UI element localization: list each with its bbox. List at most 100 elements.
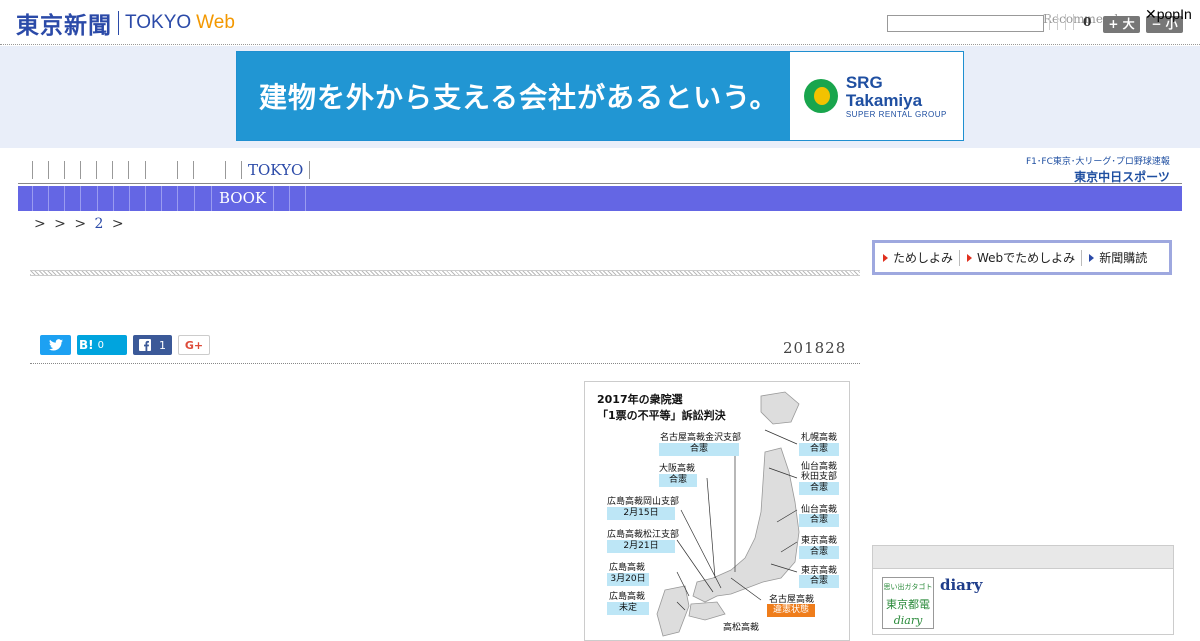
facebook-count: 1 xyxy=(159,338,166,352)
court-verdict: 合憲 xyxy=(799,482,839,495)
figure-title-line: 「1票の不平等」訴訟判決 xyxy=(597,409,726,422)
nav-item[interactable] xyxy=(112,161,128,179)
court-verdict: 合憲 xyxy=(799,546,839,559)
red-triangle-icon xyxy=(967,253,973,262)
court-verdict: 3月20日 xyxy=(607,573,649,586)
diary-link[interactable]: diary xyxy=(940,576,983,594)
section-nav-item[interactable] xyxy=(98,186,114,211)
court-verdict: 合憲 xyxy=(799,514,839,527)
logo-web: Web xyxy=(196,12,235,33)
nav-item[interactable] xyxy=(177,161,193,179)
nav-item[interactable] xyxy=(145,161,177,179)
section-nav-item[interactable] xyxy=(195,186,212,211)
breadcrumb-page-link[interactable]: 2 xyxy=(95,216,106,232)
recommend-count: 0 xyxy=(1083,15,1092,29)
web-trial-read-link[interactable]: Webでためしよみ xyxy=(967,249,1081,266)
court-label: 広島高裁 xyxy=(609,563,646,573)
court-verdict: 合憲 xyxy=(799,575,839,588)
court-label: 広島高裁岡山支部 xyxy=(607,497,680,507)
nav-item-tokyo[interactable]: TOKYO xyxy=(241,161,311,179)
title-underline xyxy=(30,270,860,276)
ad-brand-sub: SUPER RENTAL GROUP xyxy=(845,109,947,119)
separator-bars xyxy=(1049,14,1074,32)
nav-item[interactable] xyxy=(32,161,48,179)
search-input[interactable] xyxy=(887,15,1044,32)
court-label: 大阪高裁 xyxy=(659,464,696,474)
section-nav-item[interactable] xyxy=(81,186,98,211)
nav-divider xyxy=(18,183,1182,184)
nav-item[interactable] xyxy=(193,161,225,179)
site-logo[interactable]: 東京新聞 TOKYO Web xyxy=(16,9,235,39)
section-nav-item[interactable] xyxy=(274,186,291,211)
thumb-caption: 思い出ガタゴト xyxy=(883,583,933,591)
section-nav-item[interactable] xyxy=(18,186,33,211)
section-nav-item[interactable] xyxy=(130,186,146,211)
court-label: 広島高裁松江支部 xyxy=(607,530,680,540)
ad-band: 建物を外から支える会社があるという。 SRG Takamiya SUPER RE… xyxy=(0,46,1200,148)
breadcrumb: > > > 2 > xyxy=(34,216,126,232)
popin-close-button[interactable]: ✕popIn xyxy=(1145,6,1192,23)
ad-banner[interactable]: 建物を外から支える会社があるという。 SRG Takamiya SUPER RE… xyxy=(236,51,964,141)
hatena-icon: B! xyxy=(79,338,94,352)
hatena-bookmark-button[interactable]: B! 0 xyxy=(77,335,127,355)
court-verdict: 2月21日 xyxy=(607,540,675,553)
court-verdict: 2月15日 xyxy=(607,507,675,520)
article-date: 201828 xyxy=(783,339,847,357)
facebook-share-button[interactable]: 1 xyxy=(133,335,172,355)
court-label: 札幌高裁 xyxy=(801,433,838,443)
section-nav-item[interactable] xyxy=(33,186,49,211)
court-verdict: 違憲状態 xyxy=(767,604,815,617)
date-divider xyxy=(30,363,860,364)
top-header: 東京新聞 TOKYO Web Recommend 0 + 大 − 小 ✕popI… xyxy=(0,0,1200,45)
court-label: 広島高裁 xyxy=(609,592,646,602)
section-nav-item[interactable] xyxy=(178,186,195,211)
section-nav-book[interactable]: BOOK xyxy=(212,186,275,211)
section-nav-item[interactable] xyxy=(114,186,130,211)
nav-item[interactable] xyxy=(64,161,80,179)
figure-title: 2017年の衆院選 「1票の不平等」訴訟判決 xyxy=(597,392,726,424)
google-plus-share-button[interactable]: G+ xyxy=(178,335,210,355)
section-nav-item[interactable] xyxy=(290,186,307,211)
diary-thumbnail[interactable]: 思い出ガタゴト 東京都電 diary xyxy=(882,577,934,629)
hatena-count: 0 xyxy=(97,339,104,351)
primary-nav: TOKYO xyxy=(32,160,311,180)
thumb-title: 東京都電 xyxy=(886,598,930,611)
logo-japanese: 東京新聞 xyxy=(16,13,112,39)
court-label: 名古屋高裁金沢支部 xyxy=(660,433,742,443)
chunichi-sports-link[interactable]: F1･FC東京･大リーグ･プロ野球速報 東京中日スポーツ xyxy=(1026,154,1170,185)
court-label: 仙台高裁 秋田支部 xyxy=(801,462,838,482)
thumb-sub: diary xyxy=(893,614,923,627)
web-trial-read-label: Webでためしよみ xyxy=(977,251,1076,265)
sidebar-diary-box: 思い出ガタゴト 東京都電 diary diary xyxy=(872,545,1174,635)
facebook-icon xyxy=(139,339,151,351)
twitter-bird-icon xyxy=(48,339,63,351)
font-larger-button[interactable]: + 大 xyxy=(1103,16,1140,33)
section-nav-item[interactable] xyxy=(162,186,178,211)
ad-headline: 建物を外から支える会社があるという。 xyxy=(237,52,790,140)
court-label: 東京高裁 xyxy=(801,536,838,546)
nav-item[interactable] xyxy=(80,161,96,179)
trial-read-link[interactable]: ためしよみ xyxy=(883,249,959,266)
logo-english: TOKYO xyxy=(125,12,192,33)
section-nav-item[interactable] xyxy=(146,186,162,211)
court-verdict: 合憲 xyxy=(659,474,697,487)
divider xyxy=(1081,249,1083,266)
sidebar-box-header xyxy=(873,546,1173,569)
nav-item[interactable] xyxy=(96,161,112,179)
breadcrumb-tail: > xyxy=(111,216,126,232)
nav-item[interactable] xyxy=(128,161,145,179)
nav-item[interactable] xyxy=(225,161,241,179)
elephant-logo-icon xyxy=(804,79,838,113)
subscribe-link[interactable]: 新聞購読 xyxy=(1089,249,1153,266)
section-nav-item[interactable] xyxy=(65,186,81,211)
nav-item[interactable] xyxy=(48,161,64,179)
court-label: 高松高裁 xyxy=(723,623,760,633)
article-figure[interactable]: 2017年の衆院選 「1票の不平等」訴訟判決 名古屋高裁金沢支部 合憲 大阪高裁… xyxy=(584,381,850,641)
court-verdict: 合憲 xyxy=(659,443,739,456)
subscribe-label: 新聞購読 xyxy=(1099,251,1148,265)
court-verdict: 合憲 xyxy=(799,443,839,456)
figure-title-line: 2017年の衆院選 xyxy=(597,393,683,406)
section-nav-item[interactable] xyxy=(49,186,65,211)
twitter-share-button[interactable] xyxy=(40,335,71,355)
chunichi-caption: F1･FC東京･大リーグ･プロ野球速報 xyxy=(1026,157,1170,167)
